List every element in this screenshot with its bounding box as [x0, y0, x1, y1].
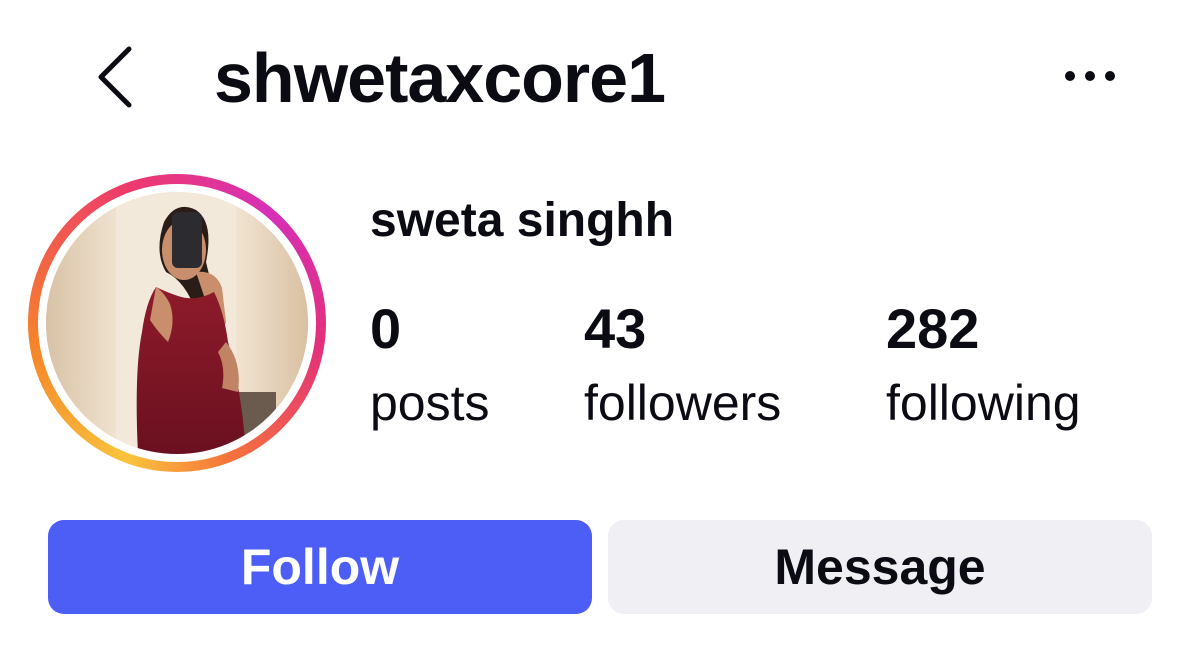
avatar-ring-gap	[38, 184, 316, 462]
avatar	[46, 192, 308, 454]
avatar-photo	[46, 192, 308, 454]
stat-followers[interactable]: 43 followers	[584, 296, 781, 434]
profile-header: shwetaxcore1	[0, 0, 1200, 150]
more-options-button[interactable]	[1050, 54, 1130, 98]
chevron-left-icon	[98, 46, 132, 108]
message-button[interactable]: Message	[608, 520, 1152, 614]
stat-followers-label: followers	[584, 375, 782, 431]
stat-posts-label: posts	[370, 375, 490, 431]
profile-display-name: sweta singhh	[370, 194, 675, 247]
stat-followers-count: 43	[584, 297, 647, 360]
back-button[interactable]	[88, 40, 142, 114]
stat-following[interactable]: 282 following	[886, 296, 1081, 434]
more-horizontal-icon	[1065, 71, 1115, 81]
stat-following-label: following	[886, 375, 1081, 431]
profile-username: shwetaxcore1	[214, 39, 666, 117]
stat-posts-count: 0	[370, 297, 402, 360]
avatar-story-ring[interactable]	[28, 174, 326, 472]
stat-following-count: 282	[886, 297, 980, 360]
follow-button[interactable]: Follow	[48, 520, 592, 614]
stat-posts[interactable]: 0 posts	[370, 296, 490, 434]
